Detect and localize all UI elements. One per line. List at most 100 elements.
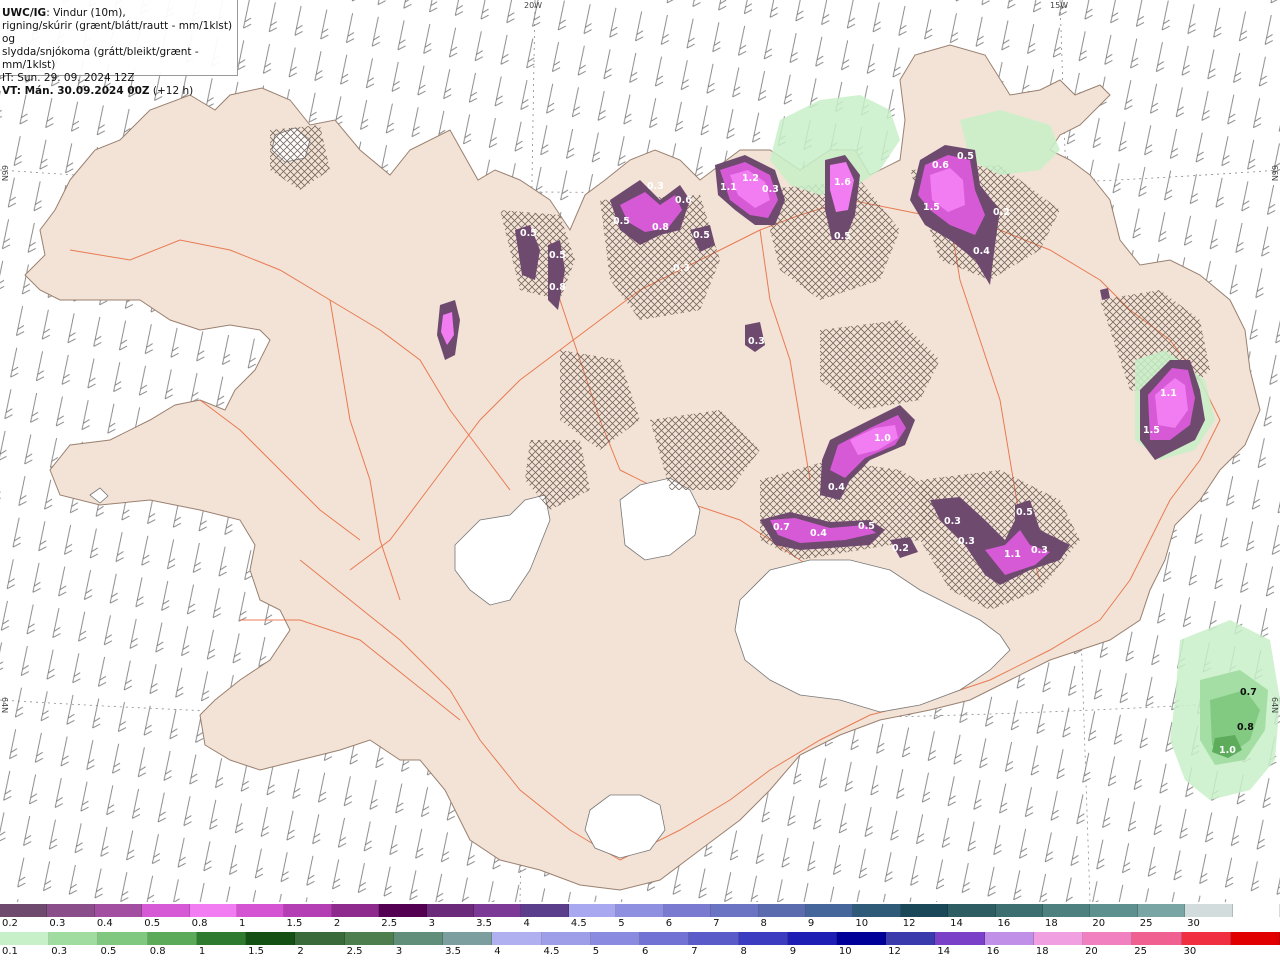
- legend-swatch: [196, 932, 247, 945]
- legend-label: 1: [239, 918, 246, 929]
- legend-swatch: [758, 904, 806, 917]
- legend-swatch: [886, 932, 936, 945]
- legend-label: 6: [642, 946, 649, 957]
- precip-label: 0.4: [810, 528, 827, 539]
- precip-label: 0.3: [748, 336, 765, 347]
- legend-label: 0.8: [149, 946, 166, 957]
- lat-label-64n-left: 64N: [0, 697, 9, 714]
- legend-label: 16: [997, 918, 1011, 929]
- legend-swatch: [331, 904, 380, 917]
- legend-label: 1.5: [248, 946, 265, 957]
- legend-swatch: [984, 932, 1034, 945]
- legend-swatch: [836, 932, 887, 945]
- precip-label: 0.5: [834, 231, 851, 242]
- legend-swatch: [1033, 932, 1084, 945]
- legend-label: 4: [494, 946, 501, 957]
- lat-label-66n-right: 66N: [1270, 165, 1279, 182]
- precip-label: 1.1: [1004, 549, 1021, 560]
- legend-swatch: [147, 932, 197, 945]
- legend-label: 2: [333, 918, 341, 929]
- lat-label-66n-left: 66N: [0, 165, 9, 182]
- legend-label: 16: [986, 946, 1000, 957]
- legend-swatch: [521, 904, 569, 917]
- valid-time-line: VT: Mán. 30.09.2024 00Z (+12 h): [2, 85, 237, 98]
- legend-label: 1.5: [286, 918, 303, 929]
- precip-label: 0.8: [652, 222, 669, 233]
- legend-swatch: [344, 932, 394, 945]
- title-line-1: UWC/IG: Vindur (10m),: [2, 7, 126, 19]
- legend-label: 4.5: [543, 946, 560, 957]
- legend-swatch: [590, 932, 641, 945]
- legend-label: 3: [428, 918, 436, 929]
- legend-swatch: [94, 904, 143, 917]
- title-line-3: slydda/snjókoma (grátt/bleikt/grænt - mm…: [2, 46, 199, 71]
- legend-swatch: [284, 904, 332, 917]
- legend-swatch: [1132, 932, 1182, 945]
- precip-label: 0.3: [673, 263, 690, 274]
- legend-swatch: [1185, 904, 1233, 917]
- precip-label: 0.4: [828, 482, 845, 493]
- precip-label: 0.3: [647, 181, 664, 192]
- precip-label: 0.4: [973, 246, 990, 257]
- legend-swatch: [995, 904, 1043, 917]
- legend-label: 0.5: [144, 918, 161, 929]
- legend-label: 0.3: [51, 946, 68, 957]
- issue-time: IT: Sun. 29. 09. 2024 12Z: [2, 72, 135, 84]
- legend-label: 18: [1044, 918, 1058, 929]
- precip-label: 0.5: [520, 228, 537, 239]
- weather-map[interactable]: 0.5 0.3 0.5 0.8 0.6 0.5 1.1 1.2 0.3 1.6 …: [0, 0, 1280, 902]
- precip-label: 0.5: [693, 230, 710, 241]
- precip-label: 0.6: [675, 195, 692, 206]
- legend-label: 14: [950, 918, 963, 929]
- rain-label: 1.0: [1219, 745, 1236, 756]
- legend-swatch: [1230, 932, 1280, 945]
- rain-color-scale: [0, 932, 1280, 945]
- legend-swatch: [1181, 932, 1231, 945]
- legend-label: 9: [807, 918, 815, 929]
- precip-label: 1.6: [834, 177, 851, 188]
- legend-swatch: [568, 904, 617, 917]
- rain-label: 0.7: [1240, 687, 1257, 698]
- legend-label: 10: [855, 918, 869, 929]
- legend-label: 7: [691, 946, 698, 957]
- precip-label: 0.5: [858, 521, 875, 532]
- legend-swatch: [1137, 904, 1186, 917]
- snow-color-scale: [0, 904, 1280, 917]
- legend-label: 10: [838, 946, 852, 957]
- legend-swatch: [738, 932, 788, 945]
- precip-label: 0.3: [1031, 545, 1048, 556]
- lon-label-20w: 20W: [524, 1, 543, 10]
- valid-time: VT: Mán. 30.09.2024 00Z: [2, 85, 150, 97]
- legend-label: 0.3: [49, 918, 66, 929]
- legend-label: 8: [740, 946, 747, 957]
- legend-swatch: [805, 904, 854, 917]
- legend-swatch: [935, 932, 985, 945]
- legend-label: 6: [665, 918, 673, 929]
- rain-label: 0.8: [1237, 722, 1254, 733]
- legend-swatch: [853, 904, 901, 917]
- legend-swatch: [541, 932, 591, 945]
- legend-label: 3.5: [445, 946, 461, 957]
- legend-label: 7: [713, 918, 720, 929]
- legend-swatch: [426, 904, 475, 917]
- precip-label: 0.3: [958, 536, 975, 547]
- precip-label: 1.0: [874, 433, 891, 444]
- legend-swatch: [142, 904, 190, 917]
- legend-label: 20: [1092, 918, 1106, 929]
- legend-swatch: [616, 904, 664, 917]
- legend-label: 0.8: [191, 918, 208, 929]
- legend-swatch: [0, 904, 48, 917]
- legend-swatch: [1090, 904, 1138, 917]
- legend-label: 0.2: [2, 918, 18, 929]
- legend-label: 8: [760, 918, 767, 929]
- legend-label: 5: [618, 918, 625, 929]
- legend-swatch: [246, 932, 296, 945]
- snow-scale-labels: 0.2 0.3 0.4 0.5 0.8 1 1.5 2 2.5 3 3.5 4 4.5 5 6 7 8 9 10 12…: [0, 918, 1280, 931]
- legend-swatch: [98, 932, 148, 945]
- legend-label: 3.5: [476, 918, 492, 929]
- legend-swatch: [1042, 904, 1091, 917]
- legend-label: 0.5: [100, 946, 117, 957]
- rain-scale-labels: 0.1 0.3 0.5 0.8 1 1.5 2 2.5 3 3.5 4 4.5 5 6 7 8 9 10 12 14 1…: [0, 946, 1280, 959]
- map-title-box: UWC/IG: Vindur (10m), rigning/skúrir (gr…: [0, 0, 238, 97]
- legend-swatch: [492, 932, 542, 945]
